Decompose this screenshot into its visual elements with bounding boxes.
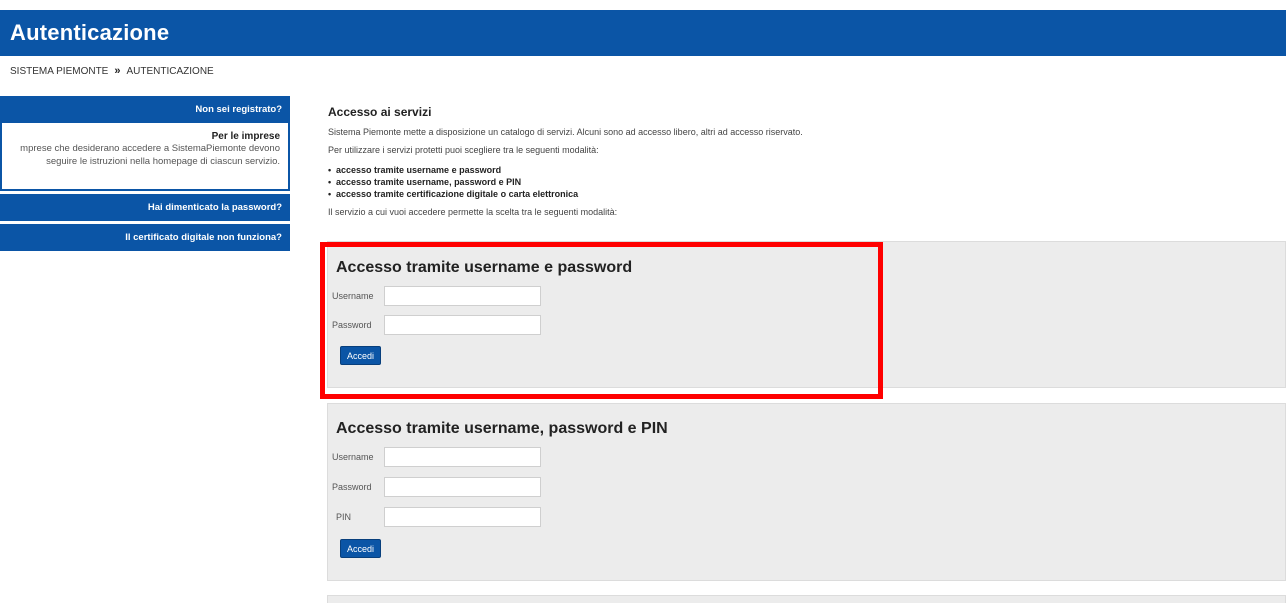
list-item: accesso tramite username, password e PIN [328,176,1286,188]
breadcrumb-item-home[interactable]: SISTEMA PIEMONTE [10,66,108,77]
businesses-title: Per le imprese [211,131,280,142]
highlight-box [320,242,883,399]
breadcrumb-item-current: AUTENTICAZIONE [126,65,214,77]
password-label: Password [332,482,372,492]
breadcrumb: SISTEMA PIEMONTE » AUTENTICAZIONE [10,65,214,77]
login-panel-pin: Accesso tramite username, password e PIN… [327,403,1286,581]
services-intro: Sistema Piemonte mette a disposizione un… [328,127,803,137]
pin-input[interactable] [384,507,541,527]
breadcrumb-separator-icon: » [114,65,121,77]
login-panel-pin-title: Accesso tramite username, password e PIN [336,420,668,437]
not-registered-link[interactable]: Non sei registrato? [0,96,290,123]
list-item: accesso tramite username e password [328,164,1286,176]
login-button[interactable]: Accedi [340,539,382,558]
username-row: Username [332,447,541,467]
list-item: accesso tramite certificazione digitale … [328,188,1286,200]
access-modes-list: accesso tramite username e password acce… [328,164,1286,200]
pin-label: PIN [336,512,352,522]
businesses-text-line1: mprese che desiderano accedere a Sistema… [20,143,280,154]
certificate-issue-link[interactable]: Il certificato digitale non funziona? [0,224,290,251]
pin-row: PIN [332,507,541,527]
service-choice-text: Il servizio a cui vuoi accedere permette… [328,207,618,217]
services-choose-text: Per utilizzare i servizi protetti puoi s… [328,145,599,155]
sidebar: Non sei registrato? Per le imprese mpres… [0,96,290,251]
page-title: Autenticazione [10,20,170,45]
username-input[interactable] [384,447,541,467]
businesses-info-box: Per le imprese mprese che desiderano acc… [0,123,290,191]
businesses-text-line2: seguire le istruzioni nella homepage di … [46,156,280,167]
page-header: Autenticazione [0,10,1286,56]
username-label: Username [332,452,374,462]
services-title: Accesso ai servizi [328,105,432,119]
forgot-password-link[interactable]: Hai dimenticato la password? [0,194,290,221]
password-input[interactable] [384,477,541,497]
login-panel-certificate [327,595,1286,603]
main-content: Accesso ai servizi Sistema Piemonte mett… [328,96,1286,217]
password-row: Password [332,477,541,497]
